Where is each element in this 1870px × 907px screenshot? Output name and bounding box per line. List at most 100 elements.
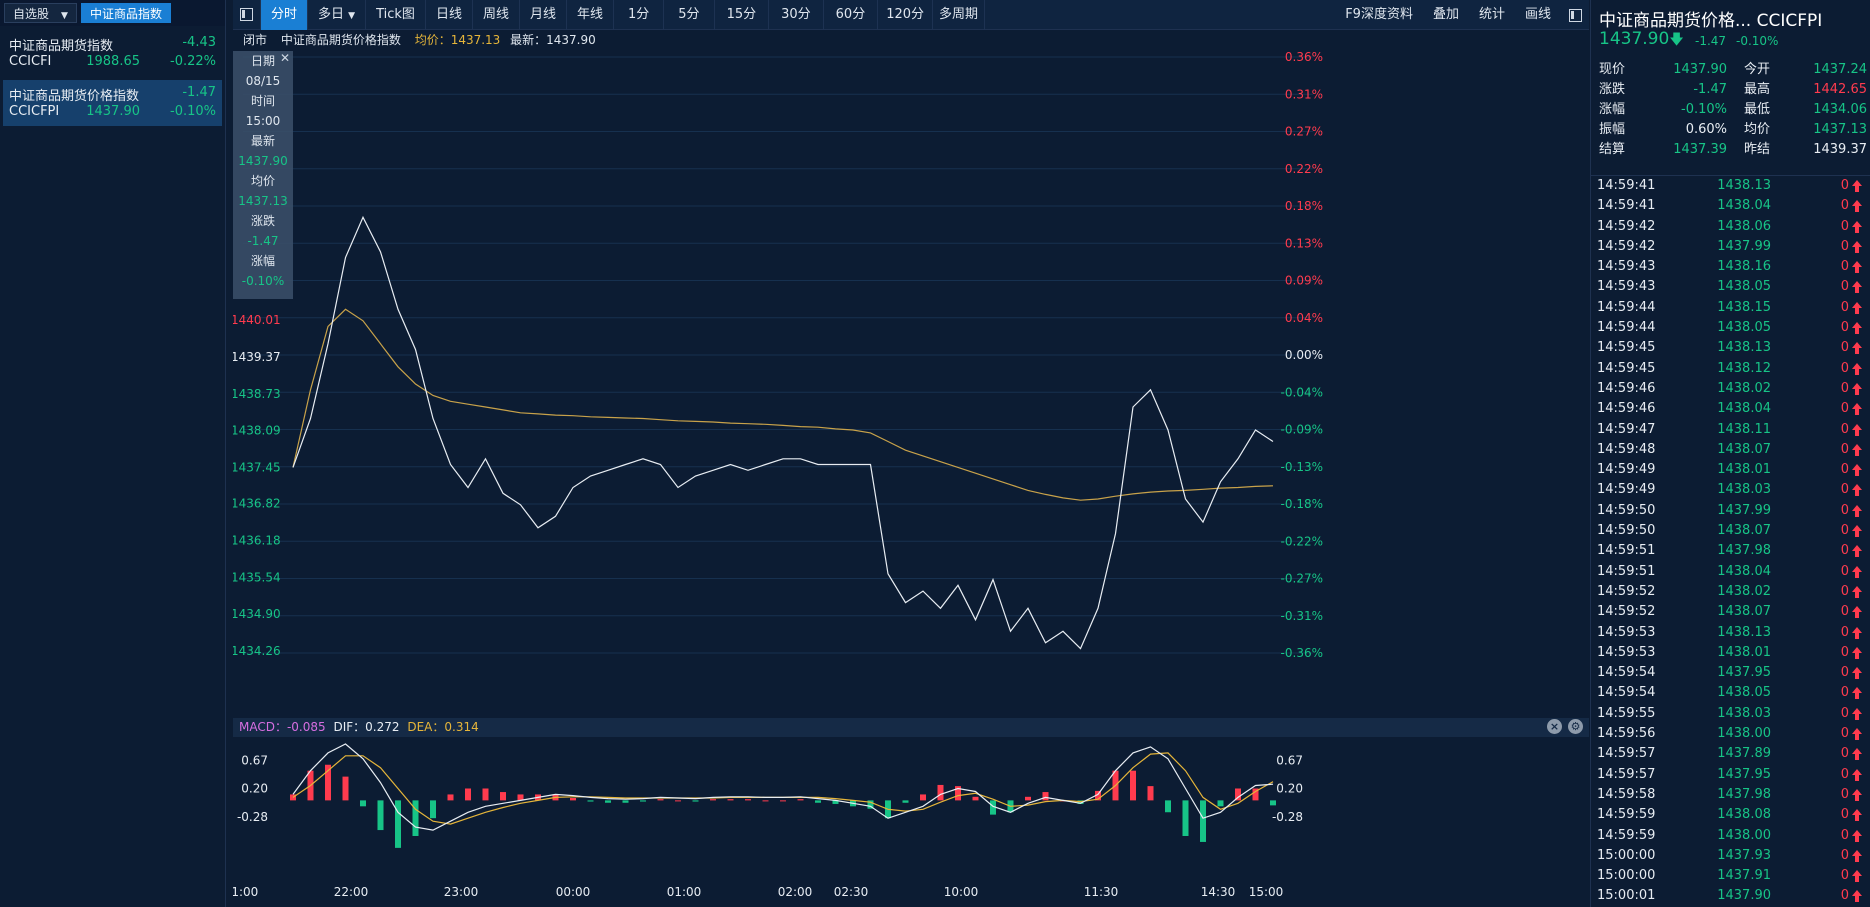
tick-time: 14:59:56	[1597, 726, 1656, 742]
watch-item-ccicfpi[interactable]: 中证商品期货价格指数 -1.47 CCICFPI 1437.90 -0.10%	[3, 80, 222, 126]
right-panel-toggle-button[interactable]	[1561, 0, 1589, 30]
tab-15min[interactable]: 15分	[715, 0, 770, 30]
tick-price: 1438.16	[1717, 259, 1771, 275]
statistics-button[interactable]: 统计	[1469, 0, 1515, 30]
tab-1min[interactable]: 1分	[614, 0, 665, 30]
tab-commodity-index[interactable]: 中证商品指数	[80, 3, 171, 23]
arrow-up-icon	[1852, 748, 1862, 761]
arrow-up-icon	[1852, 728, 1862, 741]
tick-volume: 0	[1840, 441, 1849, 457]
pct-tick-label: -0.22%	[1281, 534, 1323, 548]
item-pct: -0.22%	[170, 54, 216, 69]
tick-price: 1438.07	[1717, 523, 1771, 539]
macd-histogram-bar	[1025, 796, 1031, 801]
tick-price: 1437.95	[1717, 766, 1771, 782]
tick-row: 14:59:41 1438.04 0	[1591, 196, 1870, 216]
arrow-up-icon	[1852, 484, 1862, 497]
dea-value: DEA：0.314	[407, 720, 479, 734]
pct-tick-label: 0.31%	[1285, 87, 1323, 101]
tab-yearly[interactable]: 年线	[567, 0, 614, 30]
arrow-down-icon: 🡇	[1669, 32, 1684, 48]
tab-watchlist[interactable]: 自选股 ▼	[4, 3, 77, 23]
tick-time: 14:59:49	[1597, 462, 1656, 478]
quote-value: 0.60%	[1685, 122, 1727, 137]
tick-time: 14:59:49	[1597, 482, 1656, 498]
tick-row: 14:59:59 1438.00 0	[1591, 826, 1870, 846]
macd-histogram-bar	[587, 800, 594, 802]
arrow-up-icon	[1852, 687, 1862, 700]
price-tick-label: 1436.82	[233, 497, 281, 511]
tooltip-date: 08/15	[245, 74, 281, 88]
gear-icon[interactable]: ⚙	[1568, 719, 1583, 734]
crosshair-tooltip: ✕ 日期 08/15 时间 15:00 最新 1437.90 均价 1437.1…	[233, 51, 293, 299]
tick-price: 1438.13	[1717, 340, 1771, 356]
watch-item-ccicfi[interactable]: 中证商品期货指数 -4.43 CCICFI 1988.65 -0.22%	[3, 30, 222, 76]
tab-multi-period[interactable]: 多周期	[933, 0, 986, 30]
quote-value: 1434.06	[1813, 102, 1867, 117]
overlay-button[interactable]: 叠加	[1423, 0, 1469, 30]
tab-monthly[interactable]: 月线	[520, 0, 567, 30]
tick-list[interactable]: 14:59:41 1438.13 0 14:59:41 1438.04 0 14…	[1591, 175, 1870, 907]
macd-histogram-bar	[1130, 770, 1136, 801]
dif-value: DIF：0.272	[333, 720, 400, 734]
arrow-up-icon	[1852, 180, 1862, 192]
tab-tick[interactable]: Tick图	[366, 0, 426, 30]
panel-toggle-button[interactable]	[233, 0, 261, 30]
macd-histogram-bar	[605, 800, 611, 803]
arrow-up-icon	[1852, 809, 1862, 822]
tick-volume: 0	[1840, 340, 1849, 356]
watchlist-tabs: 自选股 ▼ 中证商品指数	[0, 0, 225, 26]
tooltip-chg-label: 涨跌	[250, 214, 275, 228]
tab-multi-day[interactable]: 多日 ▼	[308, 0, 367, 30]
tab-60min[interactable]: 60分	[824, 0, 879, 30]
price-tick-label: 1434.90	[233, 607, 281, 621]
arrow-up-icon	[1852, 504, 1862, 517]
item-code: CCICFPI	[9, 104, 60, 119]
tick-volume: 0	[1840, 178, 1849, 193]
tick-time: 14:59:58	[1597, 786, 1656, 802]
x-tick-label: 14:30	[1201, 885, 1236, 899]
arrow-up-icon	[1852, 362, 1862, 375]
price-tick-label: 1435.54	[233, 570, 281, 584]
macd-histogram-bar	[395, 800, 401, 848]
tick-row: 14:59:51 1437.98 0	[1591, 541, 1870, 561]
tick-row: 14:59:43 1438.16 0	[1591, 257, 1870, 277]
close-icon[interactable]: ×	[1547, 719, 1562, 734]
draw-line-button[interactable]: 画线	[1515, 0, 1561, 30]
tick-price: 1437.89	[1717, 746, 1771, 762]
macd-histogram-bar	[727, 799, 734, 801]
tab-5min[interactable]: 5分	[664, 0, 715, 30]
quote-value: -1.47	[1693, 82, 1727, 97]
tab-weekly[interactable]: 周线	[473, 0, 520, 30]
tick-volume: 0	[1840, 847, 1849, 863]
macd-histogram-bar	[447, 794, 454, 801]
arrow-up-icon	[1852, 667, 1862, 680]
macd-histogram-bar	[342, 776, 349, 801]
macd-histogram-bar	[745, 799, 751, 801]
item-price: 1988.65	[86, 54, 140, 69]
tab-120min[interactable]: 120分	[878, 0, 934, 30]
f9-research-button[interactable]: F9深度资料	[1335, 0, 1423, 30]
price-tick-label: 1440.01	[233, 313, 281, 327]
tab-intraday[interactable]: 分时	[261, 0, 309, 30]
tick-time: 14:59:59	[1597, 827, 1656, 843]
macd-histogram-bar	[640, 800, 646, 802]
tick-volume: 0	[1840, 259, 1849, 275]
tick-row: 14:59:58 1437.98 0	[1591, 785, 1870, 805]
quote-label: 昨结	[1744, 142, 1771, 157]
chart-canvas[interactable]: 0.36% 0.31% 0.27% 0.22% 0.18% 0.13% 0.09% 0.04%…	[233, 51, 1589, 907]
arrow-up-icon	[1852, 707, 1862, 720]
macd-histogram-bar	[430, 800, 436, 819]
quote-value: 1437.13	[1813, 122, 1867, 137]
tab-daily[interactable]: 日线	[426, 0, 473, 30]
close-icon[interactable]: ✕	[280, 51, 290, 65]
chevron-down-icon[interactable]: ▼	[61, 11, 68, 21]
x-tick-label: 02:00	[778, 885, 813, 899]
tick-time: 14:59:53	[1597, 624, 1656, 640]
tick-row: 14:59:46 1438.02 0	[1591, 379, 1870, 399]
pct-tick-label: -0.31%	[1281, 609, 1323, 623]
tab-30min[interactable]: 30分	[769, 0, 824, 30]
tick-volume: 0	[1840, 502, 1849, 518]
intraday-chart[interactable]: 0.36% 0.31% 0.27% 0.22% 0.18% 0.13% 0.09% 0.04%…	[233, 51, 1589, 907]
arrow-up-icon	[1852, 646, 1862, 659]
